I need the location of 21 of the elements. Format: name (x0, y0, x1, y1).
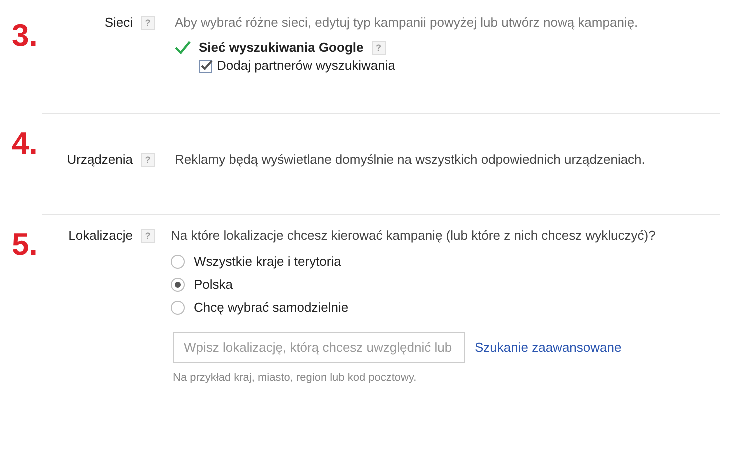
field-label: Lokalizacje (68, 227, 133, 245)
radio-label[interactable]: Polska (194, 276, 234, 294)
description-text: Na które lokalizacje chcesz kierować kampanię (lub które z nich chcesz wykluczyć)? (171, 227, 656, 245)
checkbox[interactable] (199, 60, 212, 72)
description-text: Reklamy będą wyświetlane domyślnie na wszystkich odpowiednich urządzeniach. (175, 151, 646, 169)
field-label: Sieci (104, 14, 133, 32)
advanced-search-link[interactable]: Szukanie zaawansowane (475, 338, 622, 356)
field-label: Urządzenia (66, 151, 133, 169)
step-number: 4. (11, 126, 39, 162)
checkbox-label: Dodaj partnerów wyszukiwania (217, 57, 396, 75)
hint-text: Na przykład kraj, miasto, region lub kod pocztowy. (173, 371, 418, 386)
step-number: 3. (11, 18, 39, 54)
location-search-field[interactable]: Wpisz lokalizację, którą chcesz uwzględnić lub (173, 332, 465, 363)
radio-label[interactable]: Chcę wybrać samodzielnie (194, 298, 349, 316)
radio-button[interactable] (171, 278, 185, 292)
radio-button[interactable] (171, 300, 185, 314)
network-name: Sieć wyszukiwania Google (199, 39, 364, 57)
step-number: 5. (11, 227, 39, 263)
description-text: Aby wybrać różne sieci, edytuj typ kampanii powyżej lub utwórz nową kampanię. (175, 14, 638, 32)
radio-button[interactable] (171, 254, 185, 268)
radio-label[interactable]: Wszystkie kraje i terytoria (194, 252, 342, 270)
